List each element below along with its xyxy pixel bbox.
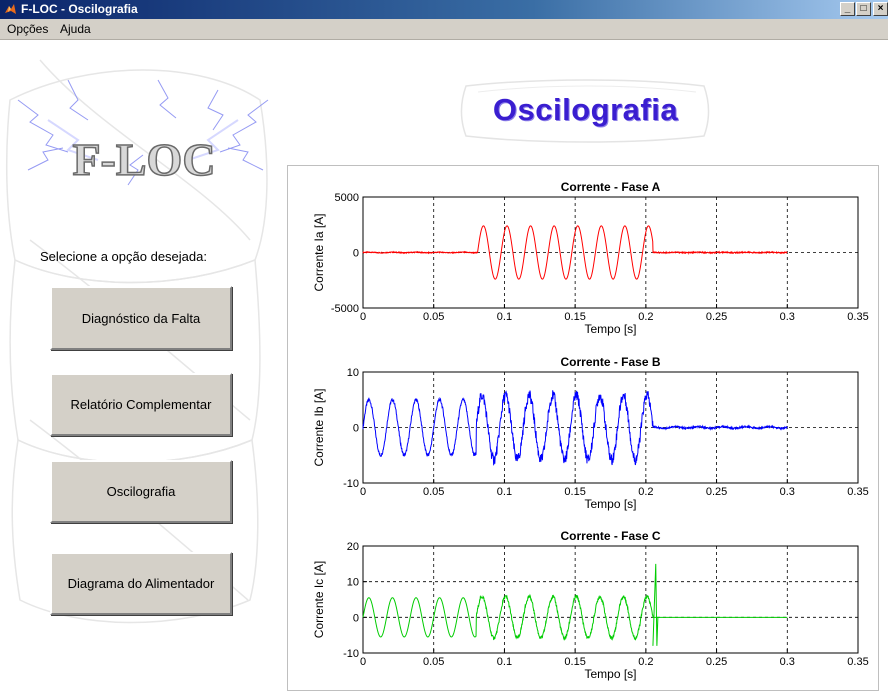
x-axis-label: Tempo [s]: [584, 667, 636, 681]
y-tick-label: -5000: [331, 303, 359, 315]
chart-fase-c: Corrente - Fase C 0 0.05 0.1 0.15 0.2 0.25 0.3 0…: [312, 529, 869, 681]
y-axis-label: Corrente Ia [A]: [312, 213, 326, 291]
menu-ajuda[interactable]: Ajuda: [60, 22, 91, 36]
y-tick-label: 0: [353, 423, 359, 435]
x-tick-label: 0.1: [497, 311, 512, 323]
chart-fase-b: Corrente - Fase B 0 0.05 0.1 0.15 0.2 0.25 0.3 0…: [312, 355, 869, 511]
minimize-button[interactable]: _: [840, 2, 855, 16]
y-tick-label: 20: [347, 541, 359, 553]
x-tick-label: 0.05: [423, 486, 444, 498]
x-tick-label: 0.2: [638, 486, 653, 498]
x-tick-label: 0: [360, 311, 366, 323]
matlab-icon: [5, 4, 16, 14]
x-tick-label: 0.3: [780, 486, 795, 498]
oscillography-charts: Corrente - Fase A 0 0.05 0.1 0.15 0.2 0.25 0.3 0…: [312, 180, 869, 681]
x-tick-label: 0.25: [706, 656, 727, 668]
diagnostico-falta-button[interactable]: Diagnóstico da Falta: [50, 286, 232, 350]
x-tick-label: 0.1: [497, 486, 512, 498]
x-tick-label: 0.35: [847, 656, 868, 668]
x-tick-label: 0.3: [780, 311, 795, 323]
x-tick-label: 0.1: [497, 656, 512, 668]
x-tick-label: 0.2: [638, 656, 653, 668]
chart-title: Corrente - Fase B: [560, 355, 660, 369]
y-tick-label: 5000: [335, 192, 359, 204]
x-tick-label: 0.05: [423, 311, 444, 323]
y-tick-label: -10: [343, 648, 359, 660]
y-tick-label: -10: [343, 478, 359, 490]
x-tick-label: 0.35: [847, 311, 868, 323]
oscillography-panel: Corrente - Fase A 0 0.05 0.1 0.15 0.2 0.25 0.3 0…: [287, 165, 879, 691]
page-title: Oscilografia: [492, 92, 679, 127]
x-tick-label: 0.15: [564, 311, 585, 323]
x-tick-label: 0.05: [423, 656, 444, 668]
x-tick-label: 0.25: [706, 311, 727, 323]
menu-bar: Opções Ajuda: [0, 19, 888, 40]
close-button[interactable]: ×: [873, 2, 888, 16]
y-tick-label: 10: [347, 577, 359, 589]
logo-text: F-LOC: [72, 134, 215, 185]
x-axis-label: Tempo [s]: [584, 497, 636, 511]
page-banner: Oscilografia: [458, 78, 713, 144]
oscilografia-button[interactable]: Oscilografia: [50, 460, 232, 523]
y-axis-label: Corrente Ic [A]: [312, 561, 326, 638]
relatorio-complementar-button[interactable]: Relatório Complementar: [50, 373, 232, 436]
menu-opcoes[interactable]: Opções: [7, 22, 48, 36]
y-tick-label: 0: [353, 612, 359, 624]
x-tick-label: 0: [360, 656, 366, 668]
window-title: F-LOC - Oscilografia: [21, 2, 138, 16]
x-tick-label: 0.25: [706, 486, 727, 498]
x-tick-label: 0: [360, 486, 366, 498]
x-tick-label: 0.35: [847, 486, 868, 498]
maximize-button[interactable]: □: [856, 2, 871, 16]
x-axis-label: Tempo [s]: [584, 322, 636, 336]
y-tick-label: 0: [353, 248, 359, 260]
y-axis-label: Corrente Ib [A]: [312, 388, 326, 466]
window-titlebar: F-LOC - Oscilografia _ □ ×: [0, 0, 888, 19]
chart-title: Corrente - Fase A: [561, 180, 661, 194]
select-option-label: Selecione a opção desejada:: [40, 249, 207, 264]
y-tick-label: 10: [347, 367, 359, 379]
diagrama-alimentador-button[interactable]: Diagrama do Alimentador: [50, 552, 232, 615]
chart-title: Corrente - Fase C: [560, 529, 660, 543]
chart-fase-a: Corrente - Fase A 0 0.05 0.1 0.15 0.2 0.25 0.3 0…: [312, 180, 869, 336]
x-tick-label: 0.3: [780, 656, 795, 668]
x-tick-label: 0.2: [638, 311, 653, 323]
f-loc-logo: F-LOC: [17, 79, 269, 186]
x-tick-label: 0.15: [564, 486, 585, 498]
x-tick-label: 0.15: [564, 656, 585, 668]
